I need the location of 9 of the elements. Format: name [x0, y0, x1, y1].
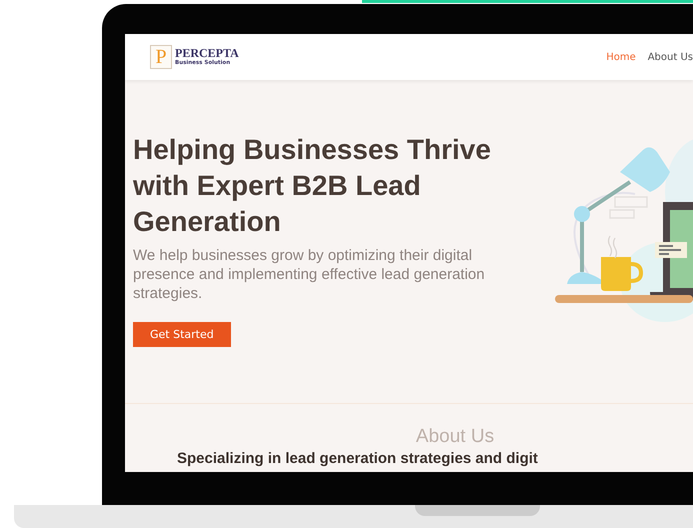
get-started-button[interactable]: Get Started: [133, 322, 231, 347]
logo-name: PERCEPTA: [175, 47, 239, 60]
hero-title: Helping Businesses Thrive with Expert B2B Lead Generation: [133, 133, 492, 239]
nav-link[interactable]: About Us: [648, 52, 693, 62]
section-subheading: Specializing in lead generation strategies and digit: [177, 450, 538, 467]
logo-mark: P: [150, 45, 172, 69]
section-heading: About Us: [416, 426, 494, 448]
hero-text: We help businesses grow by optimizing their digital presence and implementing effective lead generation strategies.: [133, 246, 486, 303]
nav-link[interactable]: Home: [606, 52, 636, 62]
